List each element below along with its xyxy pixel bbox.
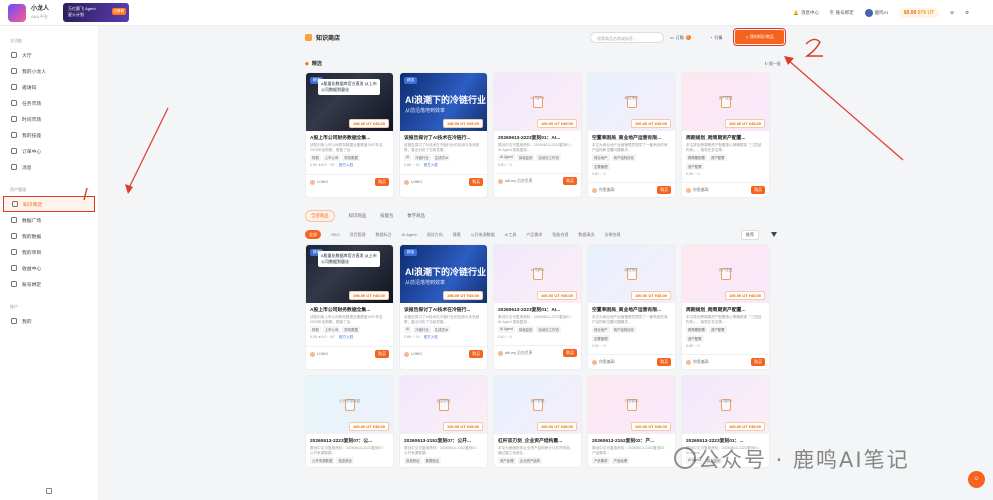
annotation-arrow-1 xyxy=(127,107,169,191)
annotation-arrow-2 xyxy=(787,59,904,161)
annotation-number-1 xyxy=(83,187,88,201)
annotation-arrowhead-1 xyxy=(125,184,133,194)
annotation-overlay xyxy=(83,38,904,201)
annotation-number-2 xyxy=(804,38,823,57)
